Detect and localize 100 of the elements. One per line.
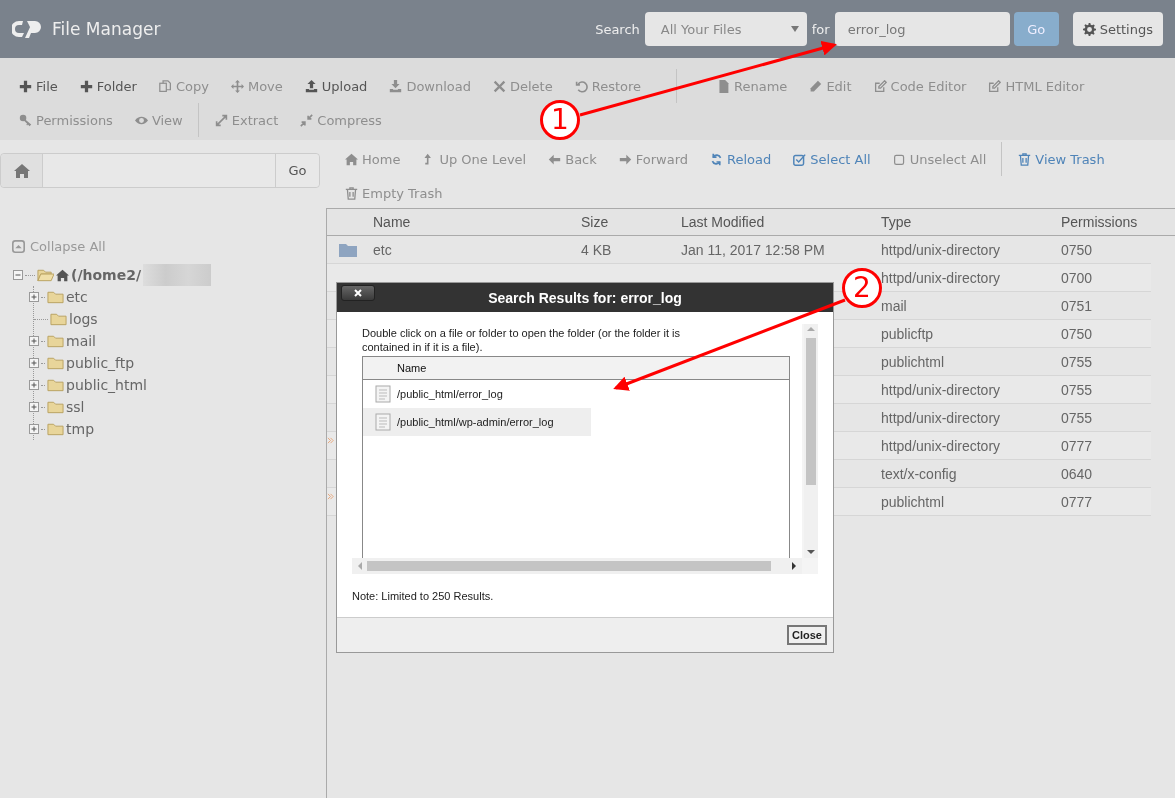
tree-item[interactable]: mail	[66, 333, 96, 349]
reload-icon	[710, 152, 724, 166]
scrollbar[interactable]	[804, 324, 818, 558]
trash-icon	[1018, 152, 1032, 166]
tree-item[interactable]: public_ftp	[66, 355, 135, 371]
tree-item[interactable]: logs	[69, 311, 98, 327]
result-row[interactable]: /public_html/wp-admin/error_log	[363, 408, 591, 436]
search-field[interactable]: error_log	[834, 12, 1010, 46]
tree-root-label[interactable]: (/home2/	[71, 267, 142, 283]
tree-item[interactable]: public_html	[66, 377, 147, 393]
toolbar-button[interactable]: Folder	[68, 69, 148, 103]
table-cell-text: Jan 11, 2017 12:58 PM	[681, 241, 826, 258]
folder-icon	[47, 356, 64, 370]
toolbar-button[interactable]: View Trash	[1001, 142, 1116, 176]
plus-icon[interactable]	[29, 402, 39, 412]
plus-icon[interactable]	[29, 336, 39, 346]
cross-icon	[493, 79, 506, 93]
collapse-all-button[interactable]: Collapse All	[12, 239, 106, 254]
table-cell-text: 4 KB	[581, 241, 613, 258]
left-arrow-icon	[548, 152, 562, 166]
checkbox-icon	[892, 152, 906, 166]
tree-item[interactable]: etc	[66, 289, 88, 305]
folder-icon	[47, 334, 64, 348]
copy-icon	[158, 79, 172, 93]
pencil-icon	[809, 79, 823, 93]
toolbar-button[interactable]: Select All	[782, 142, 882, 176]
table-cell-text: httpd/unix-directory	[881, 381, 1002, 398]
toolbar-button[interactable]: Upload	[293, 69, 379, 103]
move-icon	[230, 79, 244, 93]
column-header[interactable]: Name	[397, 362, 427, 374]
plus-icon[interactable]	[29, 380, 39, 390]
scope-dropdown[interactable]: All Your Files	[644, 12, 807, 46]
document-icon	[375, 385, 391, 403]
scrollbar[interactable]	[352, 558, 802, 574]
expand-icon	[214, 113, 228, 127]
right-arrow-icon	[618, 152, 632, 166]
table-cell-text: 0755	[1061, 353, 1094, 370]
folder-icon	[50, 312, 67, 326]
settings-button[interactable]: Settings	[1072, 12, 1163, 46]
table-cell-text: 0777	[1061, 437, 1094, 454]
file-icon	[717, 79, 731, 93]
home-icon	[345, 152, 358, 166]
table-cell-text: mail	[881, 297, 908, 314]
table-cell-text: 0751	[1061, 297, 1094, 314]
folder-icon	[338, 241, 358, 258]
table-cell-text: 0700	[1061, 269, 1094, 286]
tree-item[interactable]: ssl	[66, 399, 85, 415]
plus-icon[interactable]	[29, 292, 39, 302]
close-button[interactable]: Close	[787, 625, 827, 645]
upload-icon	[304, 79, 318, 93]
home-icon	[56, 268, 69, 282]
download-icon	[389, 79, 403, 93]
search-label: Search	[595, 21, 640, 37]
go-button[interactable]: Go	[1013, 12, 1059, 46]
folder-icon	[47, 290, 64, 304]
note-text: Note: Limited to 250 Results.	[352, 590, 495, 602]
folder-icon	[47, 400, 64, 414]
instructions-text: Double click on a file or folder to open the folder (or the folder it is contained in if it is a file).	[362, 326, 681, 354]
table-cell-text: publichtml	[881, 353, 946, 370]
tree-item[interactable]: tmp	[66, 421, 94, 437]
caret-icon	[790, 26, 799, 32]
redacted-block	[143, 264, 212, 286]
settings-icon	[1082, 22, 1096, 36]
plus-icon	[79, 79, 93, 93]
folder-icon	[47, 422, 64, 436]
dialog-title: Search Results for: error_log	[488, 289, 682, 306]
table-cell-text: 0755	[1061, 409, 1094, 426]
folder-icon	[47, 378, 64, 392]
table-cell-text: httpd/unix-directory	[881, 241, 1002, 258]
edit-icon	[873, 79, 887, 93]
edit-icon	[988, 79, 1002, 93]
table-cell-text: httpd/unix-directory	[881, 437, 1002, 454]
table-cell-text: publicftp	[881, 325, 935, 342]
close-icon	[354, 289, 362, 297]
result-row[interactable]: /public_html/error_log	[363, 380, 591, 408]
app-title: File Manager	[52, 19, 161, 39]
plus-icon[interactable]	[29, 424, 39, 434]
column-header[interactable]: Size	[581, 214, 681, 230]
undo-icon	[574, 79, 588, 93]
plus-icon[interactable]	[29, 358, 39, 368]
minus-icon[interactable]	[13, 270, 23, 280]
open-folder-icon	[37, 268, 54, 282]
table-cell-text: 0755	[1061, 381, 1094, 398]
table-cell-text: 0750	[1061, 325, 1094, 342]
toolbar-button[interactable]: File	[8, 69, 69, 103]
toolbar-button[interactable]: Reload	[699, 142, 783, 176]
plus-icon	[19, 79, 32, 93]
key-icon	[19, 113, 32, 127]
table-cell-text: 0777	[1061, 493, 1094, 510]
close-button[interactable]	[341, 285, 375, 301]
compress-icon	[300, 113, 314, 127]
table-cell-text: 0750	[1061, 241, 1094, 258]
column-header[interactable]: Name	[373, 214, 581, 230]
checkbox-icon	[793, 152, 807, 166]
for-label: for	[811, 21, 830, 37]
table-cell-text: httpd/unix-directory	[881, 409, 1002, 426]
column-header[interactable]: Last Modified	[681, 214, 881, 230]
column-header[interactable]: Permissions	[1061, 214, 1175, 230]
trash-icon	[345, 186, 358, 200]
column-header[interactable]: Type	[881, 214, 1061, 230]
